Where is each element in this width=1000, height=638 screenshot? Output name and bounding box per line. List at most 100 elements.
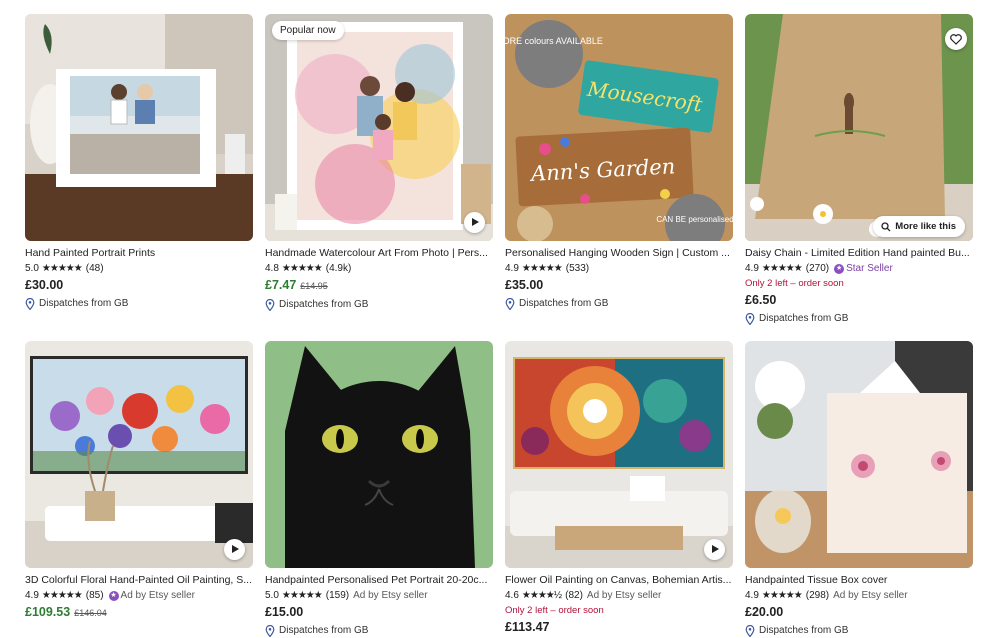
- watercolour-family-image: [265, 14, 493, 241]
- listing-card[interactable]: 3D Colorful Floral Hand-Painted Oil Pain…: [25, 341, 253, 621]
- price: £35.00: [505, 278, 544, 292]
- more-like-this-label: More like this: [895, 221, 956, 232]
- listing-image[interactable]: [25, 341, 253, 568]
- price: £6.50: [745, 293, 777, 307]
- shipping-info: Dispatches from GB: [25, 297, 253, 310]
- listing-card[interactable]: More like this Daisy Chain - Limited Edi…: [745, 14, 973, 325]
- listing-title[interactable]: Daisy Chain - Limited Edition Hand paint…: [745, 247, 973, 260]
- shipping-info: Dispatches from GB: [265, 298, 493, 311]
- location-pin-icon: [265, 298, 275, 311]
- listing-title[interactable]: Handmade Watercolour Art From Photo | Pe…: [265, 247, 493, 260]
- rating-row: 4.9 ★★★★★ (533): [505, 262, 733, 275]
- shipping-text: Dispatches from GB: [759, 625, 849, 636]
- listing-card[interactable]: Handpainted Tissue Box cover 4.9 ★★★★★ (…: [745, 341, 973, 637]
- star-seller-icon: ★: [834, 263, 845, 274]
- star-seller-badge: ★ Star Seller: [834, 262, 893, 275]
- star-rating-icon: ★★★★★: [521, 263, 563, 274]
- listing-title[interactable]: Flower Oil Painting on Canvas, Bohemian …: [505, 574, 733, 587]
- sale-price: £7.47: [265, 278, 297, 292]
- listing-title[interactable]: Hand Painted Portrait Prints: [25, 247, 253, 260]
- listing-card[interactable]: Handpainted Personalised Pet Portrait 20…: [265, 341, 493, 637]
- favorite-heart-icon[interactable]: [945, 28, 967, 50]
- wooden-sign-image: MORE colours AVAILABLE Mousecroft Ann's …: [505, 14, 733, 241]
- more-colours-text: MORE colours AVAILABLE: [505, 36, 603, 46]
- rating-value: 5.0: [265, 590, 279, 601]
- review-count: (533): [565, 263, 590, 274]
- review-count: (85): [85, 590, 104, 601]
- price-row: £109.53 £146.04: [25, 605, 253, 621]
- rating-value: 4.9: [745, 263, 759, 274]
- price: £15.00: [265, 605, 304, 619]
- location-pin-icon: [745, 624, 755, 637]
- rating-row: 4.6 ★★★★½ (82) Ad by Etsy seller: [505, 589, 733, 602]
- price-row: £35.00: [505, 278, 733, 293]
- star-rating-icon: ★★★★★: [281, 590, 323, 601]
- listing-image[interactable]: [25, 14, 253, 241]
- shipping-text: Dispatches from GB: [279, 299, 369, 310]
- price: £113.47: [505, 620, 550, 634]
- star-rating-icon: ★★★★★: [761, 590, 803, 601]
- daisy-chain-card-image: [745, 14, 973, 241]
- rating-row: 4.9 ★★★★★ (85) ★ Ad by Etsy seller: [25, 589, 253, 602]
- listing-image[interactable]: More like this: [745, 14, 973, 241]
- floral-oil-painting-image: [25, 341, 253, 568]
- more-like-this-button[interactable]: More like this: [873, 216, 965, 237]
- location-pin-icon: [505, 297, 515, 310]
- rating-row: 5.0 ★★★★★ (159) Ad by Etsy seller: [265, 589, 493, 602]
- listing-image[interactable]: [505, 341, 733, 568]
- cat-portrait-image: [265, 341, 493, 568]
- review-count: (298): [805, 590, 830, 601]
- rating-row: 4.9 ★★★★★ (298) Ad by Etsy seller: [745, 589, 973, 602]
- listing-image[interactable]: MORE colours AVAILABLE Mousecroft Ann's …: [505, 14, 733, 241]
- listing-card[interactable]: Popular now Handmade Watercolour Art Fro…: [265, 14, 493, 311]
- ad-badge: ★ Ad by Etsy seller: [108, 589, 196, 602]
- shipping-text: Dispatches from GB: [519, 298, 609, 309]
- rating-value: 4.9: [505, 263, 519, 274]
- listing-title[interactable]: Personalised Hanging Wooden Sign | Custo…: [505, 247, 733, 260]
- price-row: £20.00: [745, 605, 973, 620]
- ad-label: Ad by Etsy seller: [120, 590, 196, 601]
- ad-label: Ad by Etsy seller: [833, 590, 908, 601]
- star-seller-label: Star Seller: [846, 263, 893, 274]
- listing-title[interactable]: Handpainted Tissue Box cover: [745, 574, 973, 587]
- personalised-text: CAN BE personalised: [656, 215, 733, 224]
- star-seller-icon: ★: [108, 590, 119, 601]
- play-video-icon[interactable]: [704, 539, 725, 560]
- listing-image[interactable]: Popular now: [265, 14, 493, 241]
- listing-card[interactable]: Hand Painted Portrait Prints 5.0 ★★★★★ (…: [25, 14, 253, 310]
- play-video-icon[interactable]: [464, 212, 485, 233]
- listing-title[interactable]: 3D Colorful Floral Hand-Painted Oil Pain…: [25, 574, 253, 587]
- star-rating-icon: ★★★★★: [41, 590, 83, 601]
- location-pin-icon: [265, 624, 275, 637]
- shipping-info: Dispatches from GB: [265, 624, 493, 637]
- star-rating-icon: ★★★★★: [41, 263, 83, 274]
- play-video-icon[interactable]: [224, 539, 245, 560]
- listing-card[interactable]: Flower Oil Painting on Canvas, Bohemian …: [505, 341, 733, 635]
- star-rating-icon: ★★★★★: [761, 263, 803, 274]
- original-price: £14.95: [300, 281, 328, 291]
- rating-row: 4.8 ★★★★★ (4.9k): [265, 262, 493, 275]
- shipping-text: Dispatches from GB: [759, 313, 849, 324]
- review-count: (48): [85, 263, 104, 274]
- review-count: (82): [565, 590, 583, 601]
- ad-label: Ad by Etsy seller: [586, 590, 662, 601]
- rating-value: 5.0: [25, 263, 39, 274]
- price: £30.00: [25, 278, 64, 292]
- location-pin-icon: [25, 297, 35, 310]
- listing-title[interactable]: Handpainted Personalised Pet Portrait 20…: [265, 574, 493, 587]
- listing-image[interactable]: [265, 341, 493, 568]
- rating-value: 4.6: [505, 590, 519, 601]
- portrait-print-image: [25, 14, 253, 241]
- shipping-text: Dispatches from GB: [279, 625, 369, 636]
- shipping-text: Dispatches from GB: [39, 298, 129, 309]
- review-count: (159): [325, 590, 350, 601]
- search-icon: [881, 221, 891, 231]
- listing-image[interactable]: [745, 341, 973, 568]
- review-count: (4.9k): [325, 263, 352, 274]
- rating-value: 4.9: [25, 590, 39, 601]
- star-rating-icon: ★★★★★: [281, 263, 323, 274]
- price-row: £6.50: [745, 293, 973, 308]
- listing-card[interactable]: MORE colours AVAILABLE Mousecroft Ann's …: [505, 14, 733, 310]
- ad-label: Ad by Etsy seller: [353, 590, 428, 601]
- price-row: £113.47: [505, 620, 733, 635]
